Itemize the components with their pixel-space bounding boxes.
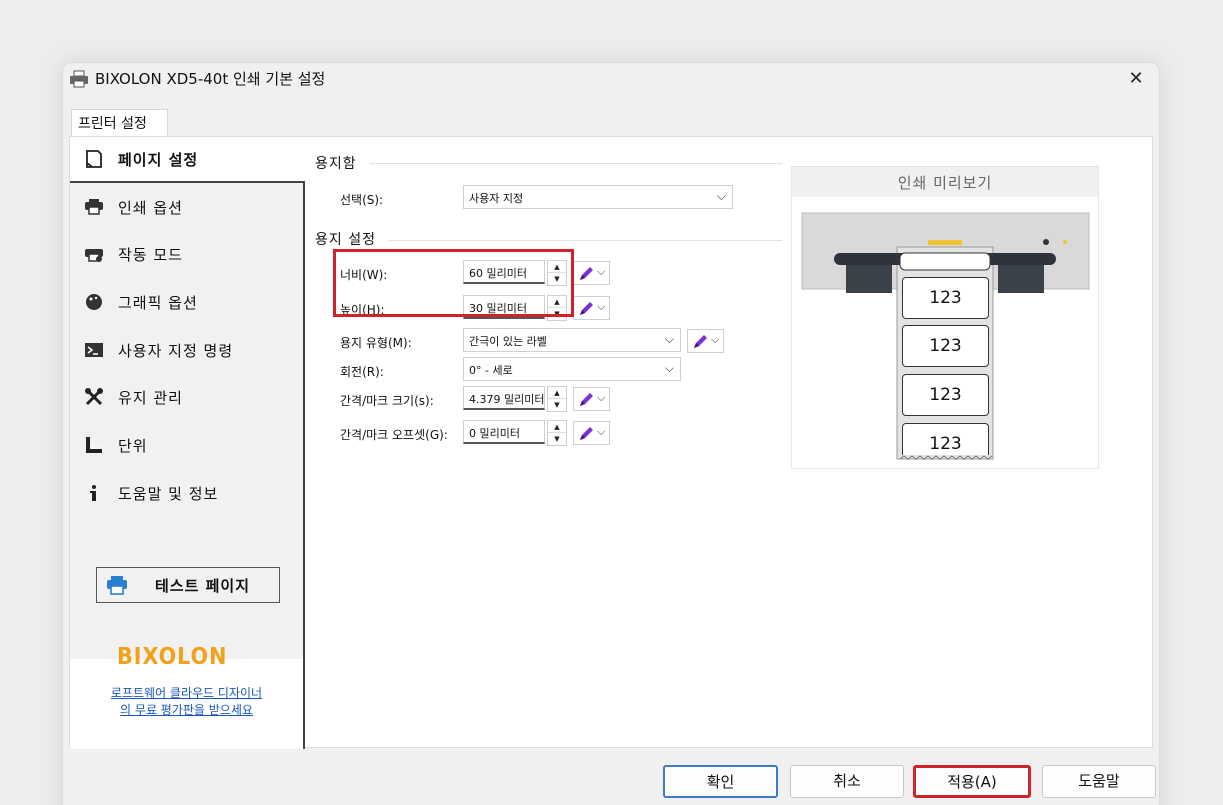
pencil-icon <box>580 393 593 406</box>
page-icon <box>86 150 102 168</box>
pencil-icon <box>694 335 707 348</box>
spin-down-icon[interactable]: ▼ <box>548 399 566 411</box>
paper-source-title: 용지함 <box>315 156 357 172</box>
chevron-down-icon: ⌵ <box>597 425 606 438</box>
divider <box>388 240 782 241</box>
apply-button[interactable]: 적용(A) <box>913 765 1031 798</box>
sidebar-item-label: 인쇄 옵션 <box>118 199 183 217</box>
sidebar-item-label: 페이지 설정 <box>118 151 199 169</box>
paper-settings-title: 용지 설정 <box>315 232 376 248</box>
help-button[interactable]: 도움말 <box>1042 765 1156 798</box>
sidebar-item-print-options[interactable]: 인쇄 옵션 <box>70 185 303 231</box>
settings-panel: 페이지 설정 인쇄 옵션 작동 모드 그래픽 옵션 사용자 지정 명령 유지 관… <box>69 136 1153 749</box>
gap-offset-edit-button[interactable]: ⌵ <box>573 421 610 445</box>
preview-label: 123 <box>902 277 989 319</box>
ruler-icon <box>86 437 102 453</box>
sidebar-item-help-info[interactable]: 도움말 및 정보 <box>70 471 303 517</box>
loftware-promo-link[interactable]: 로프트웨어 클라우드 디자이너 의 무료 평가판을 받으세요 <box>70 685 303 719</box>
sidebar-item-units[interactable]: 단위 <box>70 423 303 469</box>
test-page-button[interactable]: 테스트 페이지 <box>96 567 280 603</box>
gap-size-input[interactable]: 4.379 밀리미터 <box>463 386 545 410</box>
tab-printer-settings[interactable]: 프린터 설정 <box>71 109 168 137</box>
paper-source-value: 사용자 지정 <box>469 192 524 205</box>
sidebar-item-label: 사용자 지정 명령 <box>118 342 234 360</box>
sidebar-item-maintenance[interactable]: 유지 관리 <box>70 375 303 421</box>
rotation-value: 0° - 세로 <box>469 364 513 377</box>
rotation-select[interactable]: 0° - 세로 ⌵ <box>463 357 681 381</box>
pencil-icon <box>580 302 593 315</box>
width-height-highlight <box>333 249 574 317</box>
cancel-button[interactable]: 취소 <box>790 765 904 798</box>
bixolon-logo: BIXOLON <box>117 644 228 670</box>
gap-offset-label: 간격/마크 오프셋(G): <box>340 428 448 442</box>
paper-type-label: 용지 유형(M): <box>340 336 412 350</box>
chevron-down-icon: ⌵ <box>597 391 606 404</box>
chevron-down-icon: ⌵ <box>597 265 606 278</box>
print-preview: 인쇄 미리보기 123 123 123 123 <box>791 166 1099 469</box>
rotation-label: 회전(R): <box>340 365 384 379</box>
sidebar-item-label: 유지 관리 <box>118 389 183 407</box>
printer-mode-icon <box>85 249 103 262</box>
chevron-down-icon: ⌵ <box>664 332 674 346</box>
close-button[interactable]: ✕ <box>1121 65 1151 93</box>
chevron-down-icon: ⌵ <box>711 333 720 346</box>
info-icon <box>90 485 96 501</box>
gap-offset-input[interactable]: 0 밀리미터 <box>463 420 545 444</box>
paper-source-label: 선택(S): <box>340 193 384 207</box>
sidebar-item-label: 도움말 및 정보 <box>118 485 219 503</box>
divider <box>370 163 782 164</box>
printer-icon <box>85 199 103 215</box>
sidebar-item-label: 작동 모드 <box>118 246 183 264</box>
spin-down-icon[interactable]: ▼ <box>548 433 566 445</box>
preview-label: 123 <box>902 374 989 416</box>
gap-offset-spinner[interactable]: ▲ ▼ <box>547 420 567 446</box>
printer-icon <box>70 70 88 88</box>
print-preview-title: 인쇄 미리보기 <box>792 167 1098 197</box>
paper-source-select[interactable]: 사용자 지정 ⌵ <box>463 185 733 209</box>
promo-line-1[interactable]: 로프트웨어 클라우드 디자이너 <box>70 685 303 702</box>
width-edit-button[interactable]: ⌵ <box>573 261 610 285</box>
pencil-icon <box>580 427 593 440</box>
terminal-icon <box>85 343 103 357</box>
spin-up-icon[interactable]: ▲ <box>548 421 566 433</box>
sidebar-item-operation-mode[interactable]: 작동 모드 <box>70 232 303 278</box>
paper-type-select[interactable]: 간극이 있는 라벨 ⌵ <box>463 328 681 352</box>
sidebar: 페이지 설정 인쇄 옵션 작동 모드 그래픽 옵션 사용자 지정 명령 유지 관… <box>70 137 305 749</box>
sidebar-item-label: 단위 <box>118 437 148 455</box>
pencil-icon <box>580 267 593 280</box>
gap-size-spinner[interactable]: ▲ ▼ <box>547 386 567 412</box>
print-preferences-dialog: BIXOLON XD5-40t 인쇄 기본 설정 ✕ 프린터 설정 페이지 설정… <box>62 62 1160 805</box>
preview-label: 123 <box>902 423 989 455</box>
preview-label: 123 <box>902 325 989 367</box>
promo-line-2[interactable]: 의 무료 평가판을 받으세요 <box>70 702 303 719</box>
chevron-down-icon: ⌵ <box>716 189 726 203</box>
sidebar-item-page-setup[interactable]: 페이지 설정 <box>70 137 305 183</box>
test-printer-icon <box>107 576 127 595</box>
window-title: BIXOLON XD5-40t 인쇄 기본 설정 <box>95 70 326 88</box>
gap-size-edit-button[interactable]: ⌵ <box>573 387 610 411</box>
height-edit-button[interactable]: ⌵ <box>573 296 610 320</box>
paper-type-value: 간극이 있는 라벨 <box>469 335 547 348</box>
gap-size-label: 간격/마크 크기(s): <box>340 394 434 408</box>
sidebar-item-label: 그래픽 옵션 <box>118 294 198 312</box>
sidebar-item-graphic-options[interactable]: 그래픽 옵션 <box>70 280 303 326</box>
tools-icon <box>85 388 103 406</box>
chevron-down-icon: ⌵ <box>664 361 674 375</box>
sidebar-item-custom-commands[interactable]: 사용자 지정 명령 <box>70 328 303 374</box>
paper-type-edit-button[interactable]: ⌵ <box>687 329 724 353</box>
ok-button[interactable]: 확인 <box>663 765 778 798</box>
chevron-down-icon: ⌵ <box>597 300 606 313</box>
spin-up-icon[interactable]: ▲ <box>548 387 566 399</box>
title-bar: BIXOLON XD5-40t 인쇄 기본 설정 ✕ <box>63 63 1159 97</box>
palette-icon <box>86 294 102 310</box>
test-page-label: 테스트 페이지 <box>155 577 251 595</box>
